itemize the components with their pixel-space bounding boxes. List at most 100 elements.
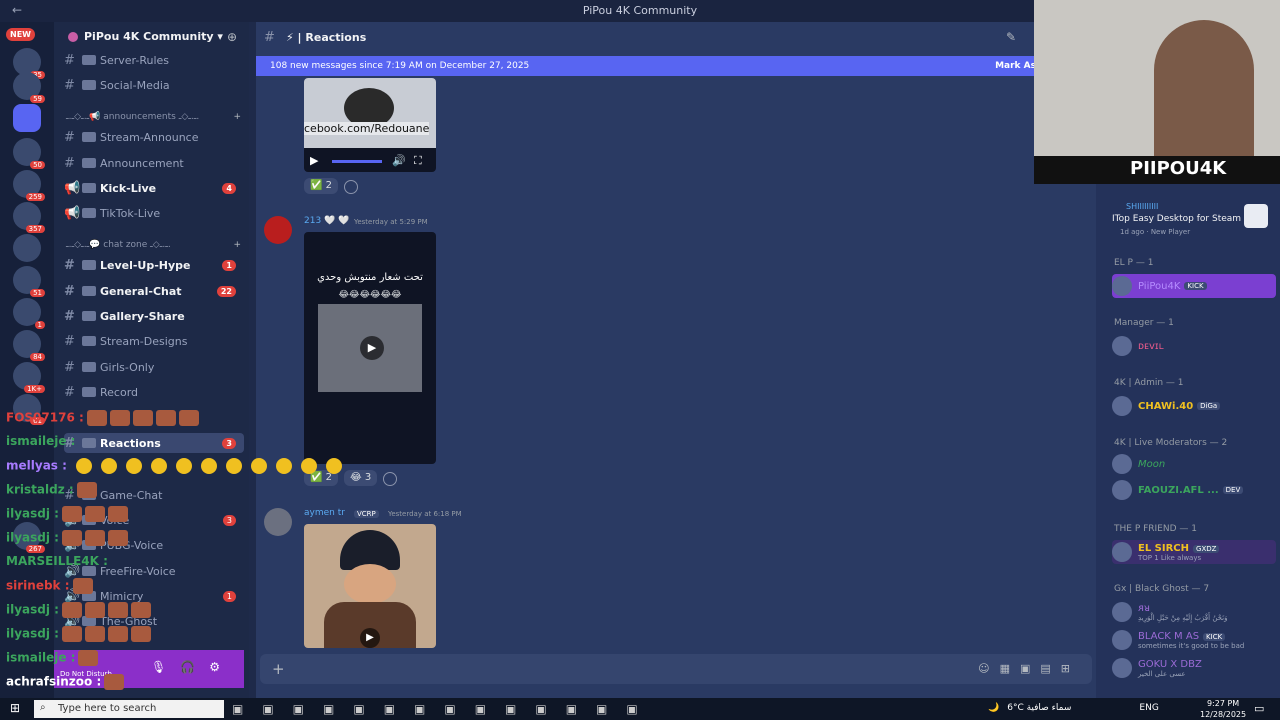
play-icon[interactable]: ▶ (360, 336, 384, 360)
channel-kick-live[interactable]: 📢 Kick-Live 4 (64, 178, 244, 198)
server-logo-icon (68, 32, 78, 42)
channel-emoji-icon (82, 438, 96, 448)
reaction-check[interactable]: ✅ 2 (304, 178, 339, 194)
server-icon[interactable]: 267 (13, 522, 45, 553)
channel-gallery-share[interactable]: # Gallery-Share (64, 306, 244, 326)
folder-icon[interactable] (13, 104, 41, 132)
channel-the-ghost[interactable]: 🔊 The-Ghost (64, 611, 244, 631)
server-icon[interactable]: 357 (13, 202, 45, 233)
streamer-image (1154, 20, 1254, 170)
channel-social-media[interactable]: # Social-Media (64, 75, 244, 95)
server-name-button[interactable]: PiPou 4K Community ▾ (68, 30, 223, 43)
new-messages-bar[interactable]: 108 new messages since 7:19 AM on Decemb… (256, 56, 1036, 76)
channel-record[interactable]: # Record (64, 382, 244, 402)
channel-emoji-icon (82, 490, 96, 500)
mark-as-read-button[interactable]: Mark As (995, 61, 1036, 71)
channel-stream-announce[interactable]: # Stream-Announce (64, 127, 244, 147)
message-author[interactable]: aymen tr (304, 508, 345, 518)
channel-emoji-icon (82, 158, 96, 168)
message-author[interactable]: 213 🤍 🤍 (304, 216, 349, 226)
taskbar-apps[interactable]: ▣▣▣▣▣▣▣▣▣▣▣▣▣▣ (232, 702, 657, 716)
system-tray: 🌙 6°C سماء صافية ENG (988, 703, 1159, 713)
message-composer[interactable]: + ☺▦▣▤⊞ (260, 654, 1092, 684)
video-attachment[interactable]: cebook.com/Redouane ▶ 🔊 ⛶ (304, 78, 436, 172)
threads-icon[interactable]: ✎ (1006, 30, 1016, 44)
reaction-check[interactable]: ✅ 2 (304, 470, 339, 486)
video-attachment[interactable]: تحت شعار منتوبش وحدي 😂😂😂😂😂😂 ▶ (304, 232, 436, 464)
server-icon[interactable]: 84 (13, 330, 45, 361)
channel-sidebar: PiPou 4K Community ▾ ⊕ # Server-Rules # So… (54, 22, 249, 698)
channel-emoji-icon (82, 515, 96, 525)
channel-level-up-hype[interactable]: # Level-Up-Hype 1 (64, 255, 244, 275)
volume-slider[interactable] (332, 160, 382, 163)
new-badge: NEW (6, 28, 35, 41)
add-member-icon[interactable]: ⊕ (227, 30, 237, 44)
activity-card[interactable]: SHIIIIIIIII ITop Easy Desktop for Steam … (1096, 184, 1280, 254)
settings-gear-icon[interactable]: ⚙ (209, 660, 234, 674)
message-timestamp: Yesterday at 6:18 PM (388, 510, 462, 518)
member-group-header: Gx | Black Ghost — 7 (1114, 584, 1210, 594)
channel-reactions[interactable]: # Reactions 3 (64, 433, 244, 453)
user-panel: Do Not Disturb 🎙🎧⚙ (54, 650, 244, 688)
emoji-icon[interactable]: ☺ (978, 662, 999, 675)
member-row[interactable]: CHAWi.40 DiGa (1112, 394, 1276, 418)
member-row[interactable]: PiiPou4K KICK (1112, 274, 1276, 298)
sticker-icon[interactable]: ▣ (1020, 662, 1040, 675)
avatar (1112, 276, 1132, 296)
server-icon[interactable]: 59 (13, 72, 45, 103)
avatar (1112, 658, 1132, 678)
language-indicator[interactable]: ENG (1139, 703, 1158, 713)
gif-icon[interactable]: ▦ (1000, 662, 1020, 675)
server-icon[interactable] (13, 234, 41, 262)
channel-announcement[interactable]: # Announcement (64, 153, 244, 173)
channel-girls-only[interactable]: # Girls-Only (64, 357, 244, 377)
apps-icon[interactable]: ⊞ (1061, 662, 1080, 675)
clock[interactable]: 9:27 PM 12/28/2025 (1200, 698, 1246, 720)
channel-game-chat[interactable]: # Game-Chat (64, 485, 244, 505)
add-reaction-icon[interactable] (383, 472, 398, 486)
channel-server-rules[interactable]: # Server-Rules (64, 50, 244, 70)
channel-tiktok-live[interactable]: 📢 TikTok-Live (64, 203, 244, 223)
microphone-icon[interactable]: 🎙 (151, 660, 180, 674)
play-icon[interactable]: ▶ (310, 154, 318, 167)
play-icon[interactable]: ▶ (360, 628, 380, 648)
volume-icon[interactable]: 🔊 (392, 154, 406, 167)
member-row[interactable]: FAOUZI.AFL ... DEV (1112, 478, 1276, 502)
member-row[interactable]: Moon (1112, 452, 1276, 476)
windows-start-icon[interactable]: ⊞ (10, 701, 20, 715)
member-row[interactable]: EL SIRCH GXDZ TOP 1 Like always (1112, 540, 1276, 564)
reaction-laugh[interactable]: 😂 3 (344, 470, 378, 486)
weather-text[interactable]: 6°C سماء صافية (1007, 703, 1071, 713)
stream-logo: PIIPOU4K (1130, 158, 1227, 179)
server-icon[interactable]: 259 (13, 170, 45, 201)
channel-freefire-voice[interactable]: 🔊 FreeFire-Voice (64, 561, 244, 581)
member-row[interactable]: GOKU X DBZ عسى على الخير (1112, 656, 1276, 680)
server-icon[interactable]: 50 (13, 138, 45, 169)
headphones-icon[interactable]: 🎧 (180, 660, 209, 674)
server-icon[interactable]: 1K+ (13, 362, 45, 393)
notification-icon[interactable]: ▭ (1254, 702, 1264, 715)
avatar (1112, 396, 1132, 416)
category-announcements[interactable]: ـ.ـ◇ـ.ـ📢 announcements ـ.ـ◇ـ. + (66, 112, 241, 122)
category-chat-zone[interactable]: ـ.ـ◇ـ.ـ💬 chat zone ـ.ـ◇ـ. + (66, 240, 241, 250)
channel-stream-designs[interactable]: # Stream-Designs (64, 331, 244, 351)
add-reaction-icon[interactable] (344, 180, 359, 194)
server-icon[interactable]: 1 (13, 298, 45, 329)
activity-meta: 1d ago · New Player (1120, 228, 1191, 236)
channel-general-chat[interactable]: # General-Chat 22 (64, 281, 244, 301)
channel-mimicry[interactable]: 🔊 Mimicry 1 (64, 586, 244, 606)
avatar[interactable] (264, 216, 292, 244)
server-icon[interactable]: 51 (13, 266, 45, 297)
image-icon[interactable]: ▤ (1040, 662, 1060, 675)
channel-pubg-voice[interactable]: 🔊 PUBG-Voice (64, 535, 244, 555)
server-icon[interactable]: 61 (13, 394, 45, 425)
member-row[interactable]: ᴅᴇᴠɪʟ (1112, 334, 1276, 358)
taskbar-search[interactable]: ⌕ Type here to search (34, 700, 224, 718)
member-row[interactable]: BLACK M AS KICK sometimes it's good to be … (1112, 628, 1276, 652)
channel-voice[interactable]: 🔊 Voice 3 (64, 510, 244, 530)
video-attachment[interactable]: ▶ (304, 524, 436, 648)
member-row[interactable]: ᴙᴚ وَنَحْنُ أَقْرَبُ إِلَيْهِ مِنْ حَبْلِ… (1112, 600, 1276, 624)
upload-plus-icon[interactable]: + (272, 660, 285, 678)
avatar[interactable] (264, 508, 292, 536)
fullscreen-icon[interactable]: ⛶ (414, 154, 422, 168)
